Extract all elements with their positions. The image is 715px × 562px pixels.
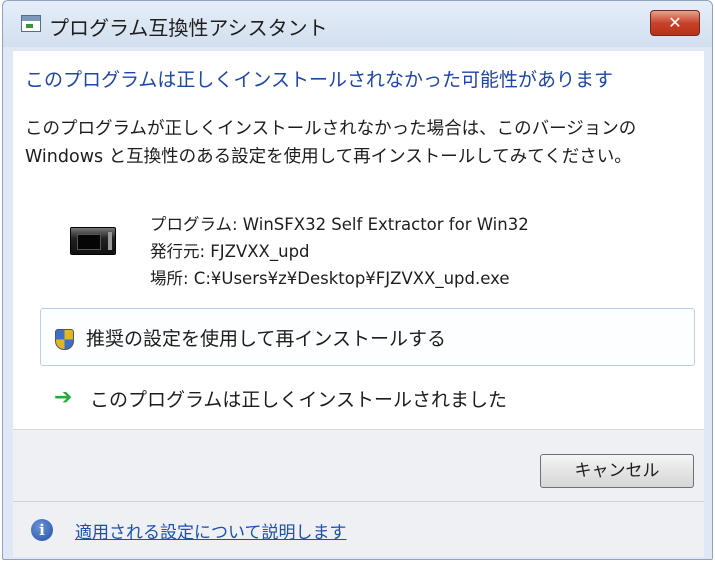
installed-correctly-label: このプログラムは正しくインストールされました [90, 389, 508, 411]
program-name: プログラム: WinSFX32 Self Extractor for Win32 [150, 215, 529, 234]
cancel-button[interactable]: キャンセル [540, 454, 694, 488]
title-bar[interactable]: プログラム互換性アシスタント ✕ [3, 1, 712, 47]
window-app-icon [21, 15, 41, 32]
close-button[interactable]: ✕ [650, 10, 700, 36]
close-icon: ✕ [668, 13, 682, 32]
program-icon [70, 227, 116, 255]
dialog-content: このプログラムは正しくインストールされなかった可能性があります このプログラムが… [13, 51, 704, 429]
button-bar: キャンセル [13, 429, 704, 501]
settings-help-link[interactable]: 適用される設定について説明します [75, 518, 347, 543]
info-icon: i [31, 519, 53, 541]
compatibility-assistant-window: プログラム互換性アシスタント ✕ このプログラムは正しくインストールされなかった… [2, 0, 713, 560]
publisher-name: 発行元: FJZVXX_upd [150, 242, 310, 261]
window-title: プログラム互換性アシスタント [49, 16, 328, 40]
green-arrow-icon: ➔ [54, 385, 73, 410]
footer: i 適用される設定について説明します [13, 501, 704, 557]
reinstall-recommended-label: 推奨の設定を使用して再インストールする [86, 328, 447, 350]
program-location: 場所: C:¥Users¥z¥Desktop¥FJZVXX_upd.exe [150, 269, 510, 288]
description-text: このプログラムが正しくインストールされなかった場合は、このバージョンの Wind… [25, 119, 637, 167]
shield-icon [55, 329, 74, 350]
main-heading: このプログラムは正しくインストールされなかった可能性があります [25, 69, 614, 91]
reinstall-recommended-option[interactable]: 推奨の設定を使用して再インストールする [40, 308, 695, 366]
installed-correctly-option[interactable]: ➔ このプログラムは正しくインストールされました [40, 377, 695, 423]
